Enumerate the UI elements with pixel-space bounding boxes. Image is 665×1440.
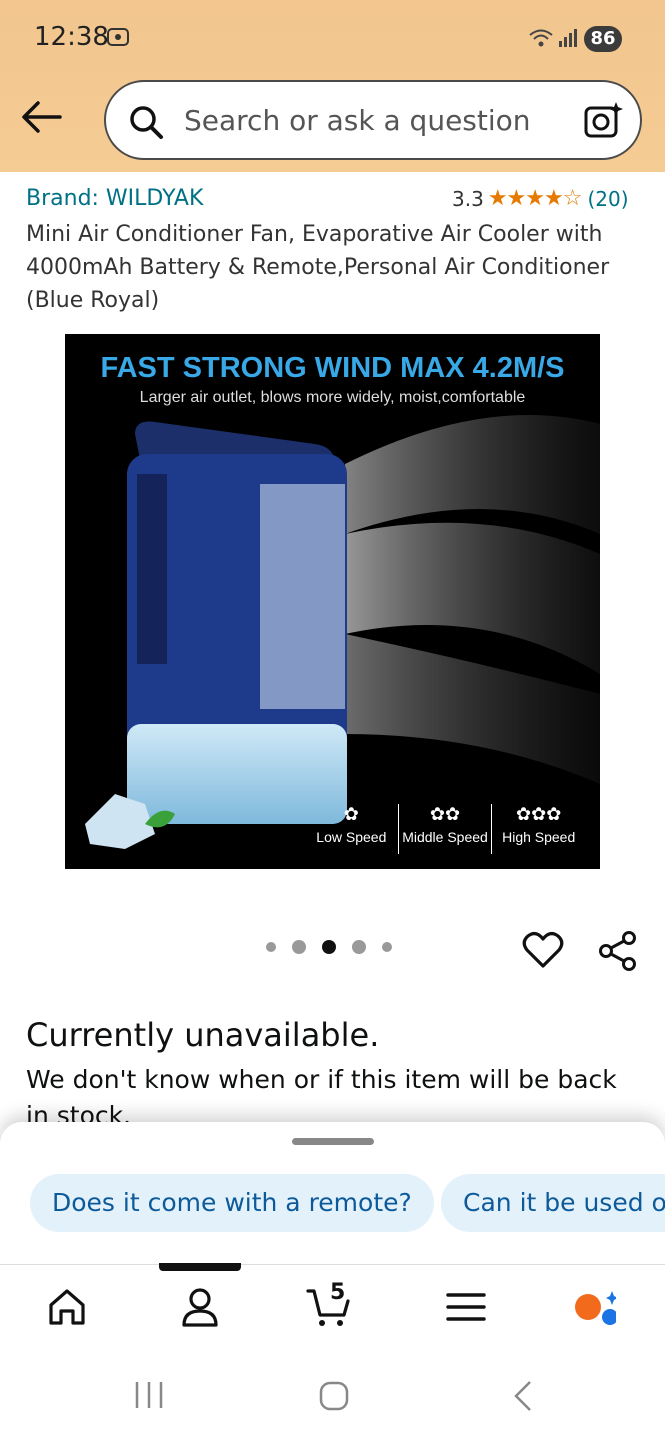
rating-value: 3.3 [452, 186, 484, 211]
wifi-icon [529, 29, 553, 47]
system-nav-bar [0, 1350, 665, 1440]
system-back-icon[interactable] [510, 1380, 534, 1412]
speed-high: ✿✿✿ High Speed [492, 804, 585, 854]
rufus-assistant-icon[interactable] [572, 1285, 616, 1329]
rating-summary[interactable]: 3.3 ★★★★☆ (20) [452, 186, 629, 211]
share-icon[interactable] [598, 930, 638, 972]
product-image-art [85, 415, 600, 849]
bottom-nav [0, 1263, 665, 1350]
speed-middle: ✿✿ Middle Speed [399, 804, 493, 854]
image-subline: Larger air outlet, blows more widely, mo… [139, 389, 526, 406]
signal-icon [559, 29, 577, 47]
question-chip[interactable]: Can it be used o [441, 1174, 665, 1232]
review-count[interactable]: (20) [587, 187, 628, 211]
carousel-dot[interactable] [266, 942, 276, 952]
image-carousel-dots [266, 940, 392, 954]
fan-icon: ✿✿ [429, 804, 461, 824]
search-icon [130, 106, 163, 139]
carousel-dot[interactable] [382, 942, 392, 952]
star-rating-icon: ★★★★☆ [487, 186, 583, 211]
home-icon[interactable] [45, 1285, 89, 1329]
search-bar[interactable]: Search or ask a question [104, 80, 642, 160]
product-image[interactable]: FAST STRONG WIND MAX 4.2M/S Larger air o… [65, 334, 600, 869]
account-icon[interactable] [178, 1285, 222, 1329]
suggested-questions-sheet: Does it come with a remote? Can it be us… [0, 1122, 665, 1264]
fan-icon: ✿✿✿ [516, 804, 562, 824]
carousel-dot-active[interactable] [322, 940, 336, 954]
speed-label: Middle Speed [402, 829, 488, 845]
product-title: Mini Air Conditioner Fan, Evaporative Ai… [26, 222, 610, 313]
fan-icon: ✿ [343, 804, 359, 824]
question-chip[interactable]: Does it come with a remote? [30, 1174, 434, 1232]
status-time: 12:38 [34, 22, 109, 52]
search-input[interactable]: Search or ask a question [184, 104, 531, 137]
speed-low: ✿ Low Speed [305, 804, 399, 854]
speed-label: High Speed [502, 829, 576, 845]
menu-icon[interactable] [444, 1285, 488, 1329]
camera-search-icon[interactable] [582, 100, 624, 142]
speed-legend: ✿ Low Speed ✿✿ Middle Speed ✿✿✿ High Spe… [305, 804, 585, 854]
back-arrow-icon[interactable] [20, 98, 62, 136]
cart-count-badge: 5 [330, 1280, 346, 1305]
speed-label: Low Speed [316, 829, 387, 845]
sheet-drag-handle[interactable] [292, 1138, 374, 1145]
carousel-dot[interactable] [352, 940, 366, 954]
availability-heading: Currently unavailable. [26, 1016, 380, 1054]
battery-indicator: 86 [584, 26, 622, 52]
status-bar: 12:38 86 [0, 0, 665, 76]
active-tab-indicator [159, 1263, 241, 1271]
carousel-dot[interactable] [292, 940, 306, 954]
recent-apps-icon[interactable] [132, 1380, 166, 1410]
brand-link[interactable]: Brand: WILDYAK [26, 186, 203, 211]
home-button-icon[interactable] [318, 1380, 350, 1412]
heart-icon[interactable] [522, 930, 564, 970]
screen-record-icon [107, 28, 129, 46]
app-header: 12:38 86 Search or ask a question [0, 0, 665, 172]
image-headline: FAST STRONG WIND MAX 4.2M/S [100, 352, 565, 384]
